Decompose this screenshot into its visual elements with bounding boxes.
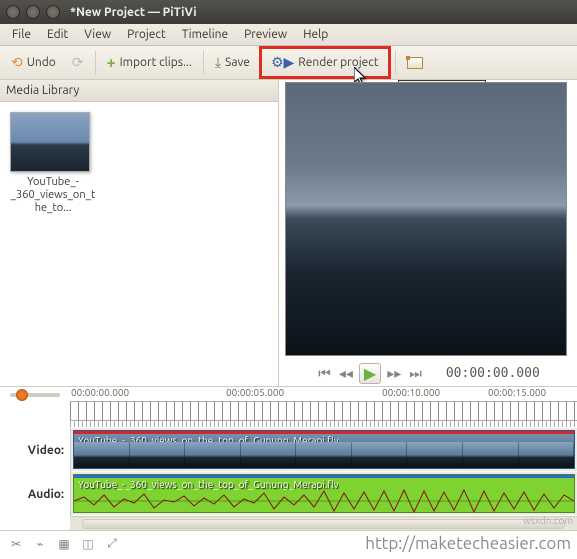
media-library-body[interactable]: YouTube_-_360_views_on_the_to...	[0, 102, 278, 372]
import-clips-button[interactable]: + Import clips...	[100, 51, 199, 75]
media-clip-item[interactable]: YouTube_-_360_views_on_the_to...	[10, 112, 96, 362]
audio-waveform-icon	[74, 489, 574, 513]
preview-panel: ⏮ ◂◂ ▶ ▸▸ ⏭ 00:00:00.000	[279, 80, 577, 386]
fullscreen-icon	[407, 57, 423, 69]
watermark-side: wsxdn.com	[523, 515, 573, 526]
toolbar-separator	[95, 51, 96, 75]
goto-end-icon[interactable]: ⏭	[407, 365, 424, 382]
tick-label: 00:00:05.000	[226, 387, 284, 398]
plus-icon: +	[107, 54, 116, 72]
footer-bar: ✂ ⌁ ▦ ◫ ⤢ http://maketecheasier.com	[0, 530, 577, 556]
cut-tool-icon[interactable]: ✂	[6, 534, 26, 554]
clip-label: YouTube_-_360_views_on_the_to...	[10, 176, 96, 216]
menu-help[interactable]: Help	[295, 26, 336, 43]
video-track-label: Video:	[0, 428, 70, 472]
tick-label: 00:00:15.000	[488, 387, 546, 398]
redo-icon: ⟳	[72, 54, 84, 71]
video-track[interactable]: YouTube_-_360_views_on_the_top_of_Gunung…	[71, 428, 577, 472]
play-button[interactable]: ▶	[359, 363, 381, 384]
menu-view[interactable]: View	[76, 26, 119, 43]
tick-label: 00:00:00.000	[71, 387, 129, 398]
watermark-text: http://maketecheasier.com	[365, 534, 571, 553]
menu-timeline[interactable]: Timeline	[174, 26, 236, 43]
video-preview[interactable]	[285, 82, 567, 356]
render-project-button[interactable]: ⚙▶ Render project	[264, 51, 386, 74]
save-label: Save	[225, 56, 250, 69]
audio-track-label: Audio:	[0, 472, 70, 516]
clip-thumbnail-icon	[10, 112, 90, 172]
window-titlebar: *New Project — PiTiVi	[0, 0, 577, 24]
tick-label: 00:00:10.000	[382, 387, 440, 398]
timeline-ruler[interactable]	[70, 401, 577, 421]
minimize-window-icon[interactable]	[26, 5, 40, 19]
toolbar-separator	[395, 51, 396, 75]
audio-track[interactable]: YouTube_-_360_views_on_the_top_of_Gunung…	[71, 472, 577, 516]
timeline-tick-labels: 00:00:00.000 00:00:05.000 00:00:10.000 0…	[70, 387, 577, 401]
undo-label: Undo	[27, 56, 56, 69]
scrollbar-thumb[interactable]	[83, 520, 564, 528]
render-highlight-box: ⚙▶ Render project	[259, 46, 391, 79]
toolbar-separator	[203, 51, 204, 75]
save-button[interactable]: ⤓ Save	[208, 51, 257, 74]
menu-file[interactable]: File	[4, 26, 39, 43]
save-icon: ⤓	[215, 54, 221, 71]
render-label: Render project	[298, 56, 378, 69]
toolbar: ⟲ Undo ⟳ + Import clips... ⤓ Save ⚙▶ Ren…	[0, 46, 577, 80]
fullscreen-button[interactable]	[400, 54, 430, 72]
step-forward-icon[interactable]: ▸▸	[385, 365, 403, 382]
timecode-display: 00:00:00.000	[446, 366, 540, 381]
timeline-ruler-minor	[70, 421, 577, 427]
zoom-control[interactable]	[0, 387, 70, 428]
timeline-tracks: Video: Audio: YouTube_-_360_views_on_the…	[0, 428, 577, 516]
media-library-header: Media Library	[0, 80, 278, 102]
close-window-icon[interactable]	[6, 5, 20, 19]
zoom-slider[interactable]	[10, 393, 60, 397]
window-title: *New Project — PiTiVi	[70, 6, 197, 19]
menubar: File Edit View Project Timeline Preview …	[0, 24, 577, 46]
undo-icon: ⟲	[11, 54, 23, 71]
goto-start-icon[interactable]: ⏮	[316, 365, 333, 382]
audio-clip[interactable]: YouTube_-_360_views_on_the_top_of_Gunung…	[73, 474, 575, 513]
zoom-fit-tool-icon[interactable]: ⤢	[102, 534, 122, 554]
group-tool-icon[interactable]: ▦	[54, 534, 74, 554]
timeline-scrollbar[interactable]	[70, 516, 577, 530]
media-library-panel: Media Library YouTube_-_360_views_on_the…	[0, 80, 279, 386]
maximize-window-icon[interactable]	[46, 5, 60, 19]
gear-play-icon: ⚙▶	[271, 54, 294, 71]
ungroup-tool-icon[interactable]: ◫	[78, 534, 98, 554]
video-clip[interactable]: YouTube_-_360_views_on_the_top_of_Gunung…	[73, 430, 575, 469]
menu-preview[interactable]: Preview	[236, 26, 295, 43]
undo-button[interactable]: ⟲ Undo	[4, 51, 63, 74]
menu-project[interactable]: Project	[119, 26, 174, 43]
redo-button[interactable]: ⟳	[65, 51, 91, 74]
timeline-ruler-row: 00:00:00.000 00:00:05.000 00:00:10.000 0…	[0, 386, 577, 428]
step-back-icon[interactable]: ◂◂	[337, 365, 355, 382]
zoom-slider-knob[interactable]	[16, 389, 28, 401]
menu-edit[interactable]: Edit	[39, 26, 76, 43]
unlink-tool-icon[interactable]: ⌁	[30, 534, 50, 554]
clip-filmstrip	[74, 442, 574, 468]
transport-bar: ⏮ ◂◂ ▶ ▸▸ ⏭ 00:00:00.000	[279, 360, 577, 386]
import-label: Import clips...	[120, 56, 192, 69]
